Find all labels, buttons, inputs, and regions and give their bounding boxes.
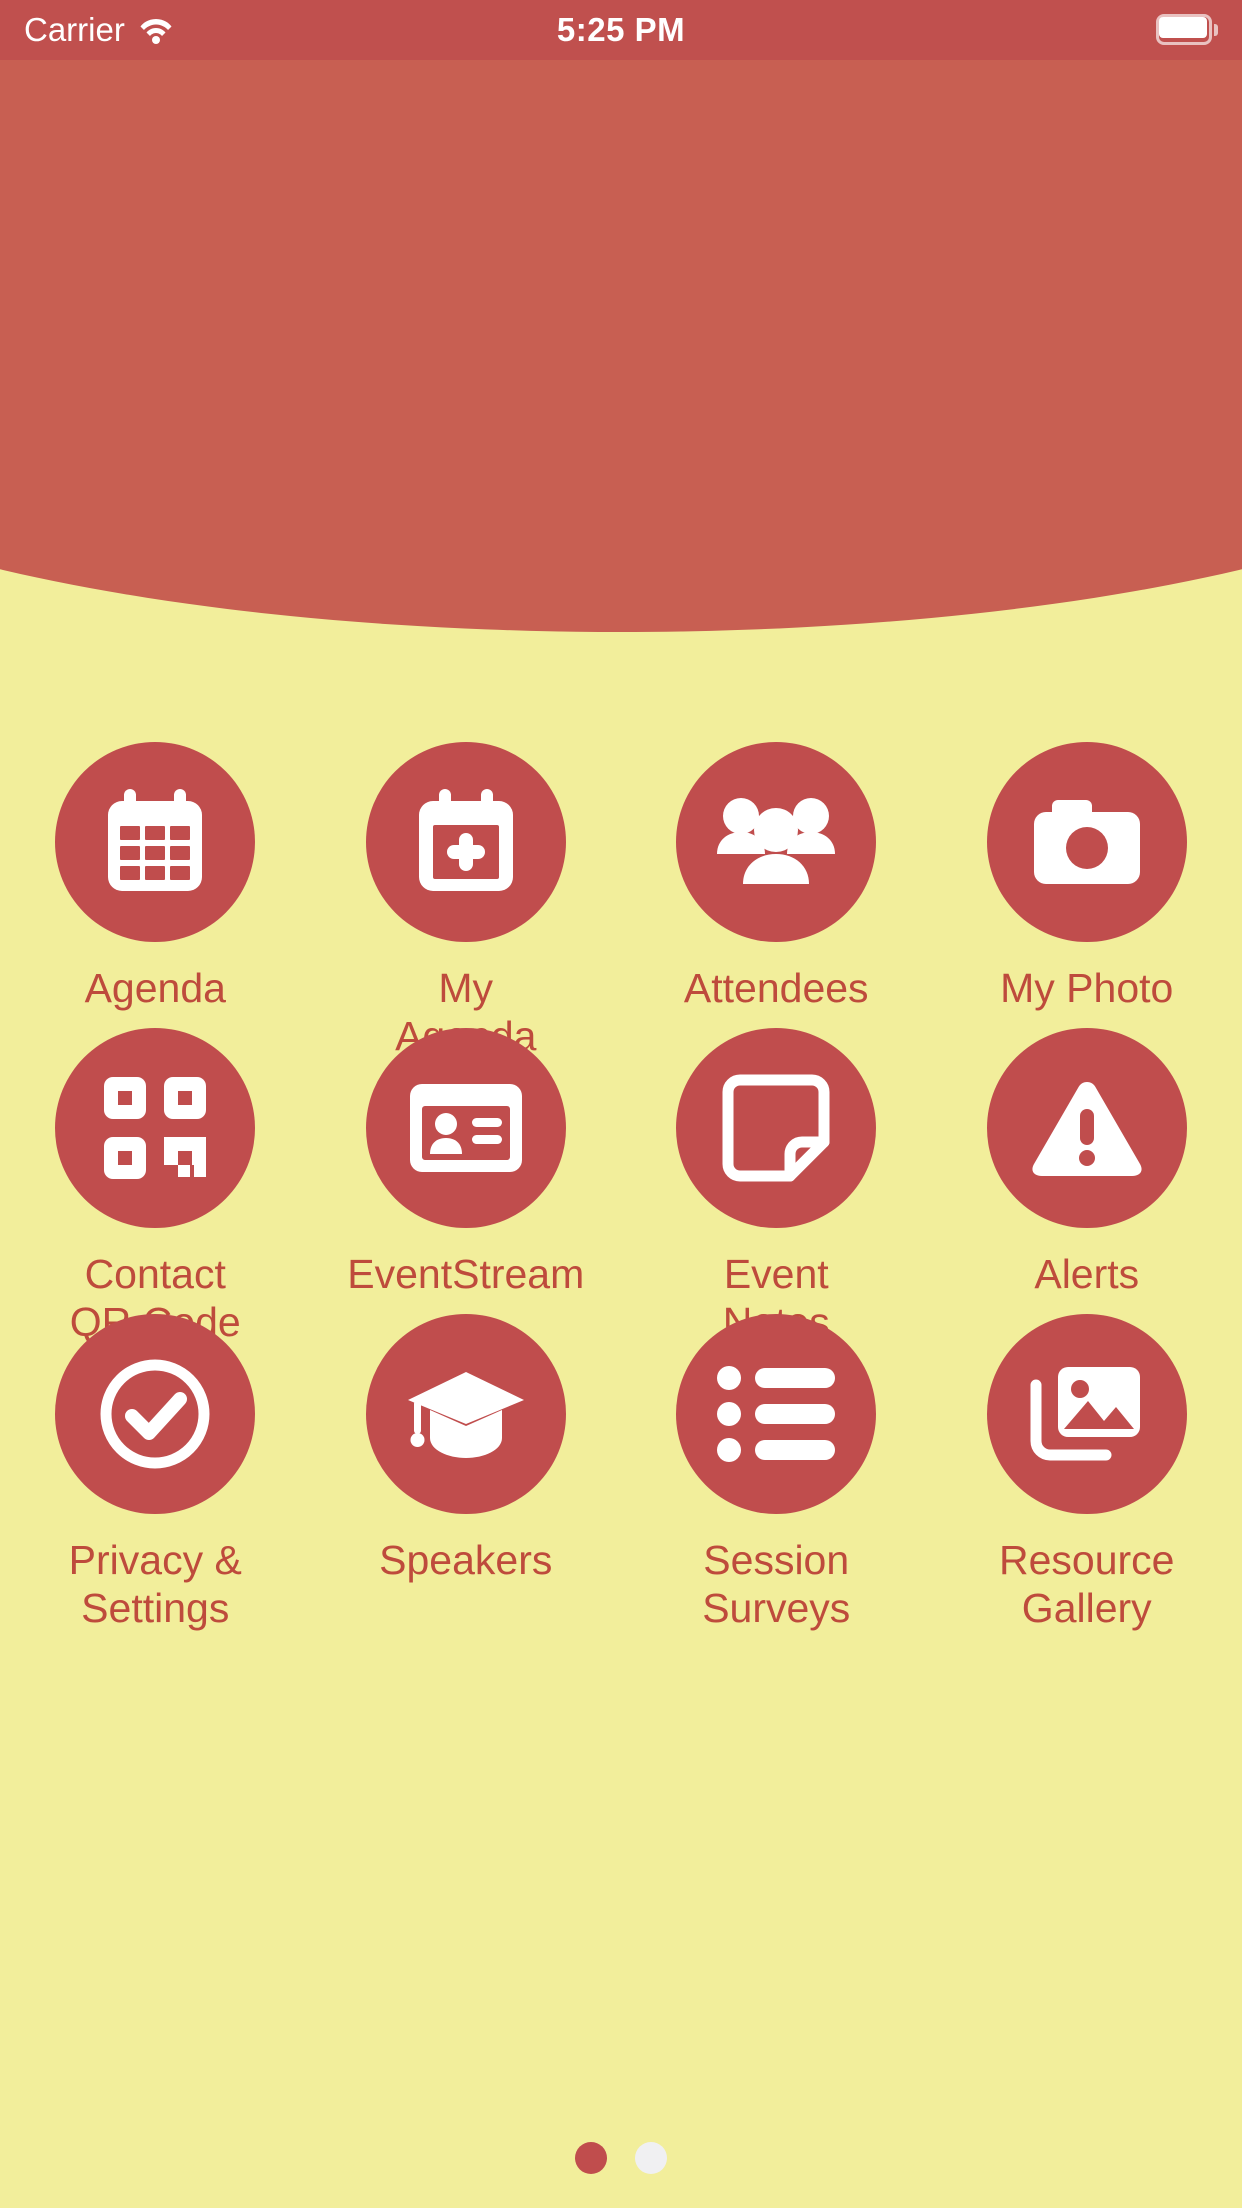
tile-speakers-circle[interactable] xyxy=(366,1314,566,1514)
tile-attendees-circle[interactable] xyxy=(676,742,876,942)
camera-icon xyxy=(1028,792,1146,892)
tile-privacy-settings-circle[interactable] xyxy=(55,1314,255,1514)
app-screen: Enviromental Summit Apr 23 - Apr 24 2025… xyxy=(0,0,1242,2208)
page-dot-2[interactable] xyxy=(635,2142,667,2174)
tile-my-photo-circle[interactable] xyxy=(987,742,1187,942)
tile-eventstream-circle[interactable] xyxy=(366,1028,566,1228)
graduation-cap-icon xyxy=(404,1364,528,1464)
tile-my-agenda-circle[interactable] xyxy=(366,742,566,942)
tile-contact-qr-code[interactable]: Contact QR Code xyxy=(0,1028,311,1314)
tile-alerts[interactable]: Alerts xyxy=(932,1028,1242,1314)
bulleted-list-icon xyxy=(717,1366,835,1462)
check-circle-icon xyxy=(98,1357,212,1471)
tile-privacy-settings-label: Privacy & Settings xyxy=(69,1536,242,1633)
tile-agenda[interactable]: Agenda xyxy=(0,742,311,1028)
tile-attendees-label: Attendees xyxy=(684,964,869,1012)
tile-resource-gallery-circle[interactable] xyxy=(987,1314,1187,1514)
id-card-icon xyxy=(406,1080,526,1176)
warning-triangle-icon xyxy=(1028,1076,1146,1180)
page-indicator[interactable] xyxy=(0,2128,1242,2188)
tile-my-photo-label: My Photo xyxy=(1000,964,1173,1012)
status-bar-time: 5:25 PM xyxy=(0,0,1242,60)
tile-alerts-label: Alerts xyxy=(1034,1250,1139,1298)
page-dot-1[interactable] xyxy=(575,2142,607,2174)
photo-stack-icon xyxy=(1028,1361,1146,1467)
tile-speakers-label: Speakers xyxy=(379,1536,552,1584)
tile-eventstream[interactable]: EventStream xyxy=(311,1028,622,1314)
tile-agenda-label: Agenda xyxy=(85,964,226,1012)
tile-resource-gallery-label: Resource Gallery xyxy=(999,1536,1174,1633)
battery-full-icon xyxy=(1156,14,1218,45)
tile-agenda-circle[interactable] xyxy=(55,742,255,942)
tile-session-surveys-label: Session Surveys xyxy=(702,1536,850,1633)
event-header-banner xyxy=(0,0,1242,632)
tile-session-surveys[interactable]: Session Surveys xyxy=(621,1314,932,1600)
feature-grid: Agenda My Agenda xyxy=(0,742,1242,1600)
tile-event-notes[interactable]: Event Notes xyxy=(621,1028,932,1314)
tile-alerts-circle[interactable] xyxy=(987,1028,1187,1228)
tile-privacy-settings[interactable]: Privacy & Settings xyxy=(0,1314,311,1600)
tile-eventstream-label: EventStream xyxy=(347,1250,584,1298)
calendar-icon xyxy=(96,783,214,901)
tile-speakers[interactable]: Speakers xyxy=(311,1314,622,1600)
status-bar: Carrier 5:25 PM xyxy=(0,0,1242,60)
tile-resource-gallery[interactable]: Resource Gallery xyxy=(932,1314,1242,1600)
tile-contact-qr-code-circle[interactable] xyxy=(55,1028,255,1228)
tile-my-agenda[interactable]: My Agenda xyxy=(311,742,622,1028)
people-group-icon xyxy=(715,792,837,892)
tile-session-surveys-circle[interactable] xyxy=(676,1314,876,1514)
qr-code-icon xyxy=(100,1073,210,1183)
sticky-note-icon xyxy=(722,1074,830,1182)
calendar-plus-icon xyxy=(407,783,525,901)
tile-attendees[interactable]: Attendees xyxy=(621,742,932,1028)
tile-event-notes-circle[interactable] xyxy=(676,1028,876,1228)
tile-my-photo[interactable]: My Photo xyxy=(932,742,1242,1028)
